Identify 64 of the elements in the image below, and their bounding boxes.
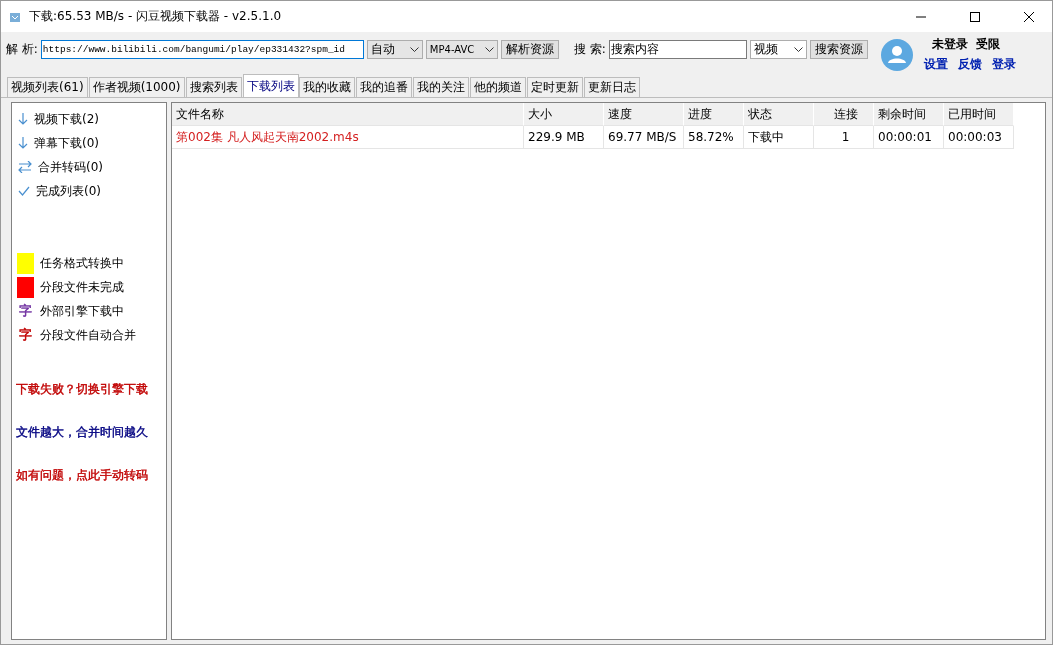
legend-glyph: 字 (18, 302, 33, 320)
tab[interactable]: 更新日志 (583, 77, 640, 97)
column-header[interactable]: 大小 (524, 103, 604, 126)
sidebar-item[interactable]: 完成列表(0) (36, 182, 101, 200)
sidebar-item[interactable]: 合并转码(0) (38, 158, 103, 176)
window-title: 下载:65.53 MB/s - 闪豆视频下载器 - v2.5.1.0 (29, 8, 283, 25)
tab[interactable]: 定时更新 (526, 77, 583, 97)
table-cell: 00:00:03 (944, 126, 1014, 149)
column-header[interactable]: 进度 (684, 103, 744, 126)
legend-label: 分段文件未完成 (40, 278, 124, 296)
url-field[interactable]: https://www.bilibili.com/bangumi/play/ep331432?spm_id (40, 40, 364, 59)
sidebar-item[interactable]: 弹幕下载(0) (34, 134, 99, 152)
column-header[interactable]: 文件名称 (172, 103, 524, 126)
tab[interactable]: 我的收藏 (298, 77, 355, 97)
column-header[interactable]: 状态 (744, 103, 814, 126)
column-header[interactable]: 已用时间 (944, 103, 1014, 126)
quality-dropdown[interactable]: 自动 (366, 40, 423, 59)
tab[interactable]: 我的关注 (412, 77, 469, 97)
down-arrow-icon (18, 136, 28, 150)
tab[interactable]: 搜索列表 (185, 77, 242, 97)
table-cell: 00:00:01 (874, 126, 944, 149)
login-status: 未登录 受限 (931, 36, 1002, 53)
legend-label: 分段文件自动合并 (40, 326, 136, 344)
table-cell: 第002集 凡人风起天南2002.m4s (172, 126, 524, 149)
close-icon (1024, 11, 1034, 22)
column-header[interactable]: 连接 (814, 103, 874, 126)
tip-link[interactable]: 如有问题，点此手动转码 (16, 467, 148, 484)
tip-link[interactable]: 下载失败？切换引擎下载 (16, 381, 148, 398)
table-cell: 下载中 (744, 126, 814, 149)
format-dropdown[interactable]: MP4-AVC (425, 40, 498, 59)
user-link[interactable]: 登录 (992, 56, 1016, 73)
search-field[interactable]: 搜索内容 (608, 40, 747, 59)
user-link[interactable]: 反馈 (958, 56, 982, 73)
sidebar-item[interactable]: 视频下载(2) (34, 110, 99, 128)
tab[interactable]: 作者视频(1000) (88, 77, 185, 97)
column-header[interactable]: 剩余时间 (874, 103, 944, 126)
caret-icon (484, 47, 494, 52)
user-link[interactable]: 设置 (924, 56, 948, 73)
legend-label: 任务格式转换中 (40, 254, 124, 272)
column-header[interactable]: 速度 (604, 103, 684, 126)
tip-link[interactable]: 文件越大，合并时间越久 (16, 424, 148, 441)
table-cell: 69.77 MB/S (604, 126, 684, 149)
search-button[interactable]: 搜索资源 (809, 40, 868, 59)
table-cell: 58.72% (684, 126, 744, 149)
legend-glyph: 字 (18, 326, 33, 344)
tab[interactable]: 我的追番 (355, 77, 412, 97)
parse-label: 解 析: (6, 41, 38, 58)
swap-arrows-icon (18, 161, 32, 173)
tab[interactable]: 他的频道 (469, 77, 526, 97)
app-icon (9, 10, 21, 23)
caret-icon (409, 47, 419, 52)
parse-button[interactable]: 解析资源 (500, 40, 559, 59)
avatar-icon (880, 37, 914, 72)
tab[interactable]: 视频列表(61) (7, 77, 88, 97)
tab[interactable]: 下载列表 (242, 74, 299, 97)
search-label: 搜 索: (573, 41, 606, 58)
type-dropdown[interactable]: 视频 (749, 40, 807, 59)
down-arrow-icon (18, 112, 28, 126)
maximize-icon (970, 11, 980, 22)
check-icon (18, 186, 30, 196)
legend-label: 外部引擎下载中 (40, 302, 124, 320)
caret-icon (793, 47, 803, 52)
table-cell: 1 (814, 126, 874, 149)
table-cell: 229.9 MB (524, 126, 604, 149)
